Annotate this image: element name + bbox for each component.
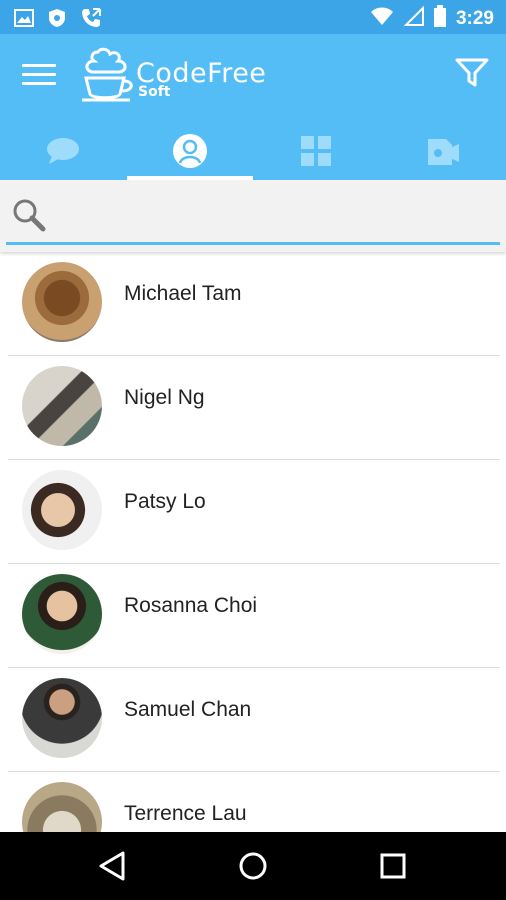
contact-list: Michael Tam Nigel Ng Patsy Lo Rosanna Ch… — [0, 252, 506, 832]
tab-bar — [0, 122, 506, 180]
battery-icon — [433, 5, 446, 32]
avatar — [22, 470, 102, 550]
contact-row[interactable]: Rosanna Choi — [0, 564, 506, 668]
search-bar — [0, 180, 506, 252]
shield-icon — [48, 8, 66, 33]
avatar — [22, 574, 102, 654]
avatar — [22, 262, 102, 342]
contact-row[interactable]: Terrence Lau — [0, 772, 506, 832]
chat-icon — [47, 138, 80, 164]
contact-name: Rosanna Choi — [124, 594, 258, 617]
contact-name: Terrence Lau — [124, 802, 247, 825]
signal-icon — [403, 5, 424, 31]
back-icon[interactable] — [96, 849, 130, 883]
avatar — [22, 782, 102, 832]
image-icon — [14, 8, 34, 33]
avatar — [22, 366, 102, 446]
tab-chats[interactable] — [0, 122, 127, 180]
grid-icon — [301, 136, 332, 166]
cup-logo-icon — [82, 47, 133, 102]
app-logo: CodeFree Soft — [80, 44, 266, 104]
contact-name: Samuel Chan — [124, 698, 252, 721]
contacts-icon — [172, 134, 207, 168]
system-nav-bar — [0, 832, 506, 900]
search-input[interactable] — [52, 196, 496, 236]
avatar — [22, 678, 102, 758]
tab-media[interactable] — [380, 122, 506, 180]
contact-row[interactable]: Michael Tam — [0, 252, 506, 356]
recents-icon[interactable] — [376, 849, 410, 883]
search-underline — [6, 242, 500, 245]
contact-row[interactable]: Nigel Ng — [0, 356, 506, 460]
contact-name: Nigel Ng — [124, 386, 205, 409]
media-icon — [427, 139, 459, 165]
tab-grid[interactable] — [253, 122, 380, 180]
home-icon[interactable] — [236, 849, 270, 883]
search-icon — [13, 199, 46, 232]
contact-row[interactable]: Patsy Lo — [0, 460, 506, 564]
status-time: 3:29 — [455, 7, 494, 29]
status-bar: 3:29 — [0, 0, 506, 34]
phone-call-icon — [80, 7, 102, 34]
hamburger-menu-icon[interactable] — [22, 64, 56, 90]
wifi-icon — [370, 6, 394, 31]
logo-subtitle: Soft — [138, 84, 171, 100]
contact-row[interactable]: Samuel Chan — [0, 668, 506, 772]
tab-contacts[interactable] — [126, 122, 254, 180]
contact-name: Michael Tam — [124, 282, 242, 305]
filter-icon[interactable] — [455, 58, 491, 90]
contact-name: Patsy Lo — [124, 490, 206, 513]
